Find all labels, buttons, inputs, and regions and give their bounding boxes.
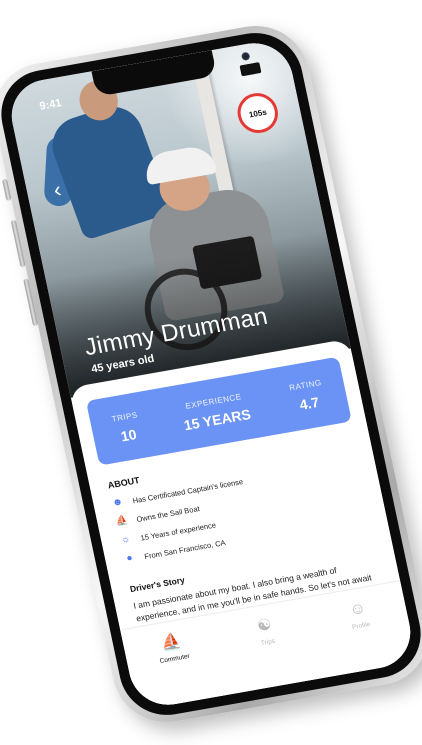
phone-bezel: 9:41 ‹ 105s Jimmy Drumman 45 years old T… — [0, 25, 422, 723]
stat-value: 10 — [119, 425, 138, 444]
tab-profile[interactable]: ☺ Profile — [322, 595, 397, 636]
globe-icon: ☯ — [255, 616, 274, 636]
tab-label: Commuter — [159, 652, 191, 666]
stat-trips: TRIPS 10 — [111, 410, 143, 445]
app-screen: 9:41 ‹ 105s Jimmy Drumman 45 years old T… — [4, 37, 418, 711]
profile-sheet: TRIPS 10 EXPERIENCE 15 YEARS RATING 4.7 … — [68, 338, 418, 711]
about-item-text: Owns the Sail Boat — [135, 503, 201, 524]
back-button[interactable]: ‹ — [43, 177, 72, 205]
about-heading: ABOUT — [106, 475, 141, 491]
stat-label: TRIPS — [110, 409, 139, 424]
tab-trips[interactable]: ☯ Trips — [228, 611, 303, 652]
chevron-left-icon: ‹ — [51, 176, 64, 203]
person-icon: ☺ — [347, 599, 368, 620]
about-item-text: From San Francisco, CA — [143, 537, 227, 561]
boat-icon: ⛵ — [159, 632, 183, 653]
user-check-icon: ☻ — [111, 496, 125, 509]
tab-label: Trips — [260, 637, 276, 648]
stat-experience: EXPERIENCE 15 YEARS — [179, 391, 252, 433]
tab-commuter[interactable]: ⛵ Commuter — [135, 628, 210, 669]
stat-label: RATING — [288, 377, 323, 393]
about-list: ☻ Has Certificated Captain's license ⛵ O… — [111, 454, 375, 572]
stat-value: 15 YEARS — [182, 405, 253, 433]
stat-rating: RATING 4.7 — [288, 378, 327, 414]
device-mockup: 9:41 ‹ 105s Jimmy Drumman 45 years old T… — [0, 0, 422, 745]
tab-label: Profile — [351, 621, 372, 632]
sun-icon: ☼ — [119, 533, 132, 546]
location-pin-icon: ● — [125, 552, 134, 565]
mute-switch — [1, 178, 12, 201]
stat-value: 4.7 — [297, 393, 321, 413]
phone-frame: 9:41 ‹ 105s Jimmy Drumman 45 years old T… — [0, 17, 422, 731]
boat-icon: ⛵ — [114, 514, 130, 528]
